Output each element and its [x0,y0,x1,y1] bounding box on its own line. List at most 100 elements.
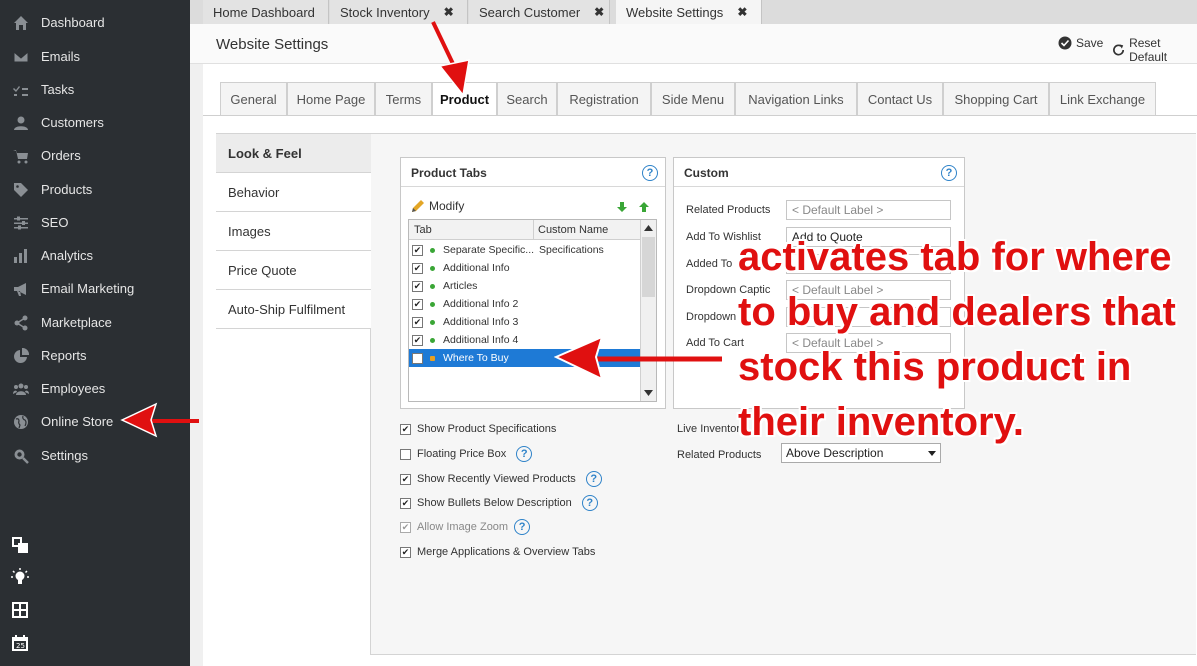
sidebar-item-label: Tasks [41,82,75,97]
column-custom-name[interactable]: Custom Name [533,220,608,240]
subnav-auto-ship-fulfilment[interactable]: Auto-Ship Fulfilment [216,290,371,329]
subnav-images[interactable]: Images [216,212,371,251]
chevron-down-icon [928,451,936,456]
sidebar-item-settings[interactable]: Settings [0,439,190,472]
sidebar-item-reports[interactable]: Reports [0,339,190,372]
lightbulb-icon[interactable] [11,568,29,586]
panel-title: Custom [684,166,729,180]
cart-icon [11,148,31,164]
help-icon[interactable]: ? [581,495,598,511]
sidebar-item-marketplace[interactable]: Marketplace [0,306,190,339]
tab-navigation-links[interactable]: Navigation Links [735,82,857,115]
sidebar-item-dashboard[interactable]: Dashboard [0,6,190,39]
sidebar-item-label: Reports [41,348,87,363]
table-row[interactable]: ✔ Additional Info [409,259,641,277]
checkbox[interactable]: ✔ [412,334,423,346]
checkbox[interactable]: ✔ [412,298,423,310]
modify-button[interactable]: Modify [411,199,464,213]
checkbox[interactable]: ✔ [400,473,411,485]
tab-terms[interactable]: Terms [375,82,432,115]
tab-website-settings[interactable]: Website Settings ✖ [616,0,762,24]
scroll-up-icon[interactable] [644,225,653,231]
calendar-icon[interactable]: 25 [11,634,29,652]
tab-registration[interactable]: Registration [557,82,651,115]
subnav-price-quote[interactable]: Price Quote [216,251,371,290]
table-row[interactable]: ✔ Additional Info 3 [409,313,641,331]
sliders-icon [11,215,31,231]
checkbox[interactable]: ✔ [400,497,411,509]
checkbox[interactable]: ✔ [412,244,423,256]
checkbox[interactable] [412,352,423,364]
sidebar-item-customers[interactable]: Customers [0,106,190,139]
sidebar-item-label: Analytics [41,248,94,263]
grid-list-icon[interactable] [11,601,29,619]
user-icon [11,115,31,131]
column-tab[interactable]: Tab [414,224,432,236]
checkbox[interactable] [400,448,411,460]
related-products-label-input[interactable]: < Default Label > [786,200,951,220]
checkbox-show-bullets[interactable]: ✔ Show Bullets Below Description ? [400,495,598,511]
tab-search[interactable]: Search [497,82,557,115]
save-label: Save [1076,36,1104,50]
checkbox-floating-price-box[interactable]: Floating Price Box ? [400,446,533,462]
close-icon[interactable]: ✖ [737,5,747,19]
sidebar-item-tasks[interactable]: Tasks [0,73,190,106]
globe-icon [11,414,31,430]
checkbox-show-product-specifications[interactable]: ✔ Show Product Specifications [400,423,556,435]
checkbox[interactable]: ✔ [412,280,423,292]
help-icon[interactable]: ? [516,446,533,462]
scroll-down-icon[interactable] [644,390,653,396]
checkbox-merge-applications[interactable]: ✔ Merge Applications & Overview Tabs [400,546,595,558]
tab-home-page[interactable]: Home Page [287,82,375,115]
sidebar-item-emails[interactable]: Emails [0,40,190,73]
tab-general[interactable]: General [220,82,287,115]
table-row[interactable]: ✔ Separate Specific... Specifications [409,241,641,259]
sidebar-item-label: Dashboard [41,15,105,30]
home-icon [11,15,31,31]
tab-label: Search Customer [479,4,581,20]
help-icon[interactable]: ? [941,165,957,181]
checkbox[interactable]: ✔ [400,546,411,558]
layers-icon[interactable] [11,536,29,554]
status-dot [430,301,435,307]
checkbox[interactable]: ✔ [400,423,411,435]
tab-contact-us[interactable]: Contact Us [857,82,943,115]
help-icon[interactable]: ? [642,165,658,181]
sidebar-item-email-marketing[interactable]: Email Marketing [0,272,190,305]
close-icon[interactable]: ✖ [444,5,454,19]
envelope-icon [11,49,31,65]
sidebar-item-products[interactable]: Products [0,173,190,206]
tab-home-dashboard[interactable]: Home Dashboard [203,0,329,24]
tab-side-menu[interactable]: Side Menu [651,82,735,115]
tab-link-exchange[interactable]: Link Exchange [1049,82,1156,115]
checkbox-allow-image-zoom: ✔ Allow Image Zoom ? [400,519,531,535]
sidebar-item-label: Email Marketing [41,281,135,296]
sidebar-item-seo[interactable]: SEO [0,206,190,239]
sidebar-item-analytics[interactable]: Analytics [0,239,190,272]
subnav-behavior[interactable]: Behavior [216,173,371,212]
help-icon[interactable]: ? [514,519,531,535]
arrow-up-icon[interactable] [639,202,649,212]
subnav-filler [216,329,371,655]
checkbox-label: Show Product Specifications [417,423,557,435]
page-title: Website Settings [216,36,329,53]
checkbox[interactable]: ✔ [412,316,423,328]
checkbox-show-recently-viewed[interactable]: ✔ Show Recently Viewed Products ? [400,471,602,487]
arrow-down-icon[interactable] [617,202,627,212]
save-button[interactable]: Save [1058,36,1103,50]
table-row[interactable]: ✔ Articles [409,277,641,295]
help-icon[interactable]: ? [585,471,602,487]
sidebar-item-label: Orders [41,148,81,163]
checkbox[interactable]: ✔ [412,262,423,274]
close-icon[interactable]: ✖ [594,5,604,19]
subnav-look-feel[interactable]: Look & Feel [216,134,371,173]
row-tab: Separate Specific... [443,244,535,256]
tab-shopping-cart[interactable]: Shopping Cart [943,82,1049,115]
gear-search-icon [11,448,31,464]
sidebar-item-orders[interactable]: Orders [0,139,190,172]
table-row[interactable]: ✔ Additional Info 2 [409,295,641,313]
megaphone-icon [11,281,31,297]
scroll-thumb[interactable] [642,237,655,297]
reset-default-button[interactable]: Reset Default [1112,36,1197,64]
grid-header: Tab Custom Name [409,220,641,240]
